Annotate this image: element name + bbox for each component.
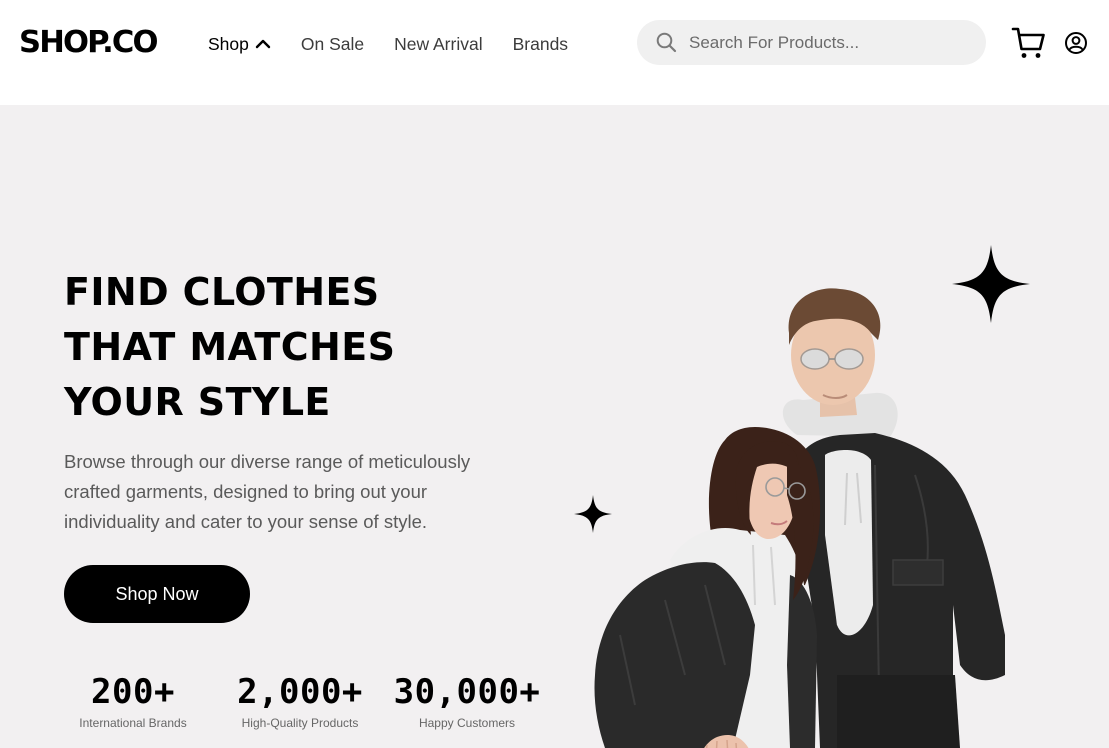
nav-item-label: On Sale xyxy=(300,33,365,54)
stat-label: Happy Customers xyxy=(418,716,516,730)
chevron-up-icon xyxy=(255,38,271,50)
stat-brands: 200+ International Brands xyxy=(78,670,188,730)
stat-label: High-Quality Products xyxy=(241,716,359,730)
stat-customers: 30,000+ Happy Customers xyxy=(388,670,546,730)
sparkle-icon xyxy=(952,245,1030,323)
nav-item-brands[interactable]: Brands xyxy=(513,34,568,55)
nav-item-on-sale[interactable]: On Sale xyxy=(301,34,364,55)
hero-headline: FIND CLOTHES THAT MATCHES YOUR STYLE xyxy=(64,265,395,430)
stat-products: 2,000+ High-Quality Products xyxy=(232,670,368,730)
nav-item-label: Brands xyxy=(512,33,569,54)
account-icon[interactable] xyxy=(1064,31,1088,55)
stat-value: 200+ xyxy=(91,672,175,712)
nav-item-label: Shop xyxy=(208,33,249,54)
headline-line: YOUR STYLE xyxy=(64,380,331,424)
top-navbar: SHOP.CO Shop On Sale New Arrival Brands xyxy=(0,0,1109,105)
stat-value: 30,000+ xyxy=(393,672,541,712)
sparkle-icon xyxy=(574,495,612,533)
hero-section: FIND CLOTHES THAT MATCHES YOUR STYLE Bro… xyxy=(0,105,1109,748)
headline-line: THAT MATCHES xyxy=(64,325,396,369)
nav-item-new-arrival[interactable]: New Arrival xyxy=(394,34,483,55)
hero-description: Browse through our diverse range of meti… xyxy=(64,451,471,532)
headline-line: FIND CLOTHES xyxy=(64,270,380,314)
main-nav: Shop On Sale New Arrival Brands xyxy=(208,32,598,56)
logo[interactable]: SHOP.CO xyxy=(19,24,159,62)
search-bar[interactable] xyxy=(637,20,986,65)
cart-icon[interactable] xyxy=(1011,25,1047,61)
stat-label: International Brands xyxy=(79,716,187,730)
nav-item-shop[interactable]: Shop xyxy=(208,34,271,55)
search-icon xyxy=(656,32,677,53)
search-input[interactable] xyxy=(687,31,977,54)
shop-now-button[interactable]: Shop Now xyxy=(64,565,250,623)
nav-item-label: New Arrival xyxy=(394,33,483,54)
stat-value: 2,000+ xyxy=(237,672,363,712)
